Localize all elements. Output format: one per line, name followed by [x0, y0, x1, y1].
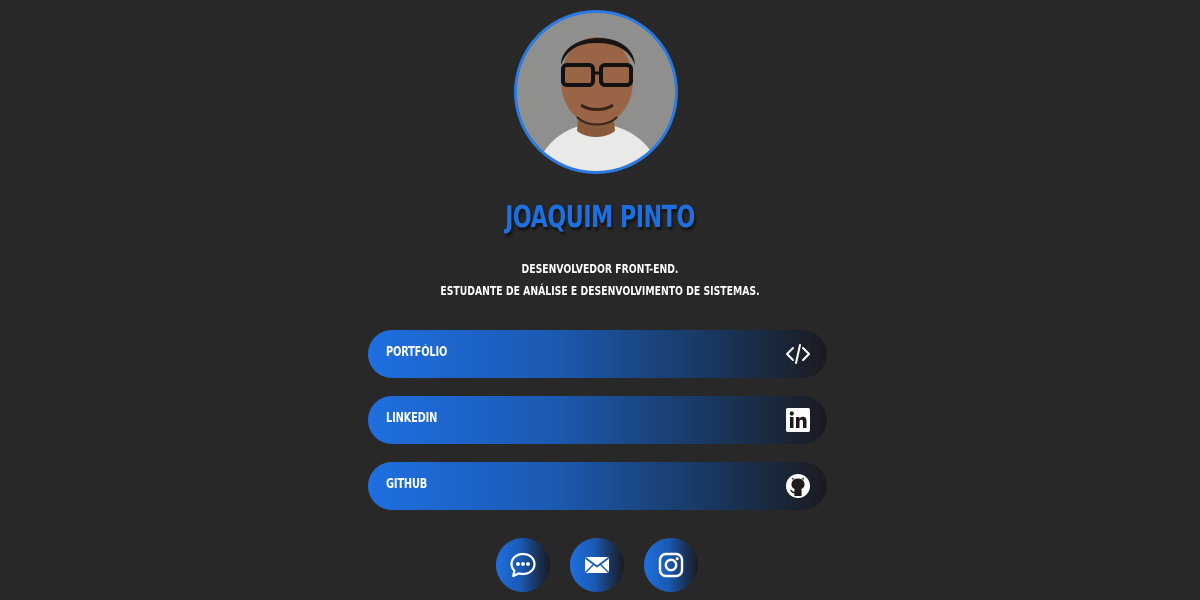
- instagram-button[interactable]: [644, 538, 698, 592]
- avatar: [514, 10, 678, 174]
- email-button[interactable]: [570, 538, 624, 592]
- portfolio-link-button[interactable]: PORTFÓLIO: [368, 330, 827, 378]
- profile-page: JOAQUIM PINTO DESENVOLVEDOR FRONT-END. E…: [0, 0, 1200, 600]
- mail-icon: [584, 557, 610, 573]
- linkedin-link-label: LINKEDIN: [386, 411, 438, 426]
- github-link-button[interactable]: GITHUB: [368, 462, 827, 510]
- profile-role: DESENVOLVEDOR FRONT-END.: [521, 262, 679, 276]
- chat-icon: [510, 552, 536, 578]
- portfolio-link-label: PORTFÓLIO: [386, 345, 448, 360]
- chat-button[interactable]: [496, 538, 550, 592]
- code-icon: [785, 341, 811, 367]
- avatar-photo: [517, 13, 675, 171]
- instagram-icon: [658, 552, 684, 578]
- profile-study: ESTUDANTE DE ANÁLISE E DESENVOLVIMENTO D…: [440, 284, 760, 298]
- github-link-label: GITHUB: [386, 477, 428, 492]
- linkedin-link-button[interactable]: LINKEDIN: [368, 396, 827, 444]
- profile-name: JOAQUIM PINTO: [505, 200, 695, 235]
- github-icon: [785, 473, 811, 499]
- linkedin-icon: [785, 407, 811, 433]
